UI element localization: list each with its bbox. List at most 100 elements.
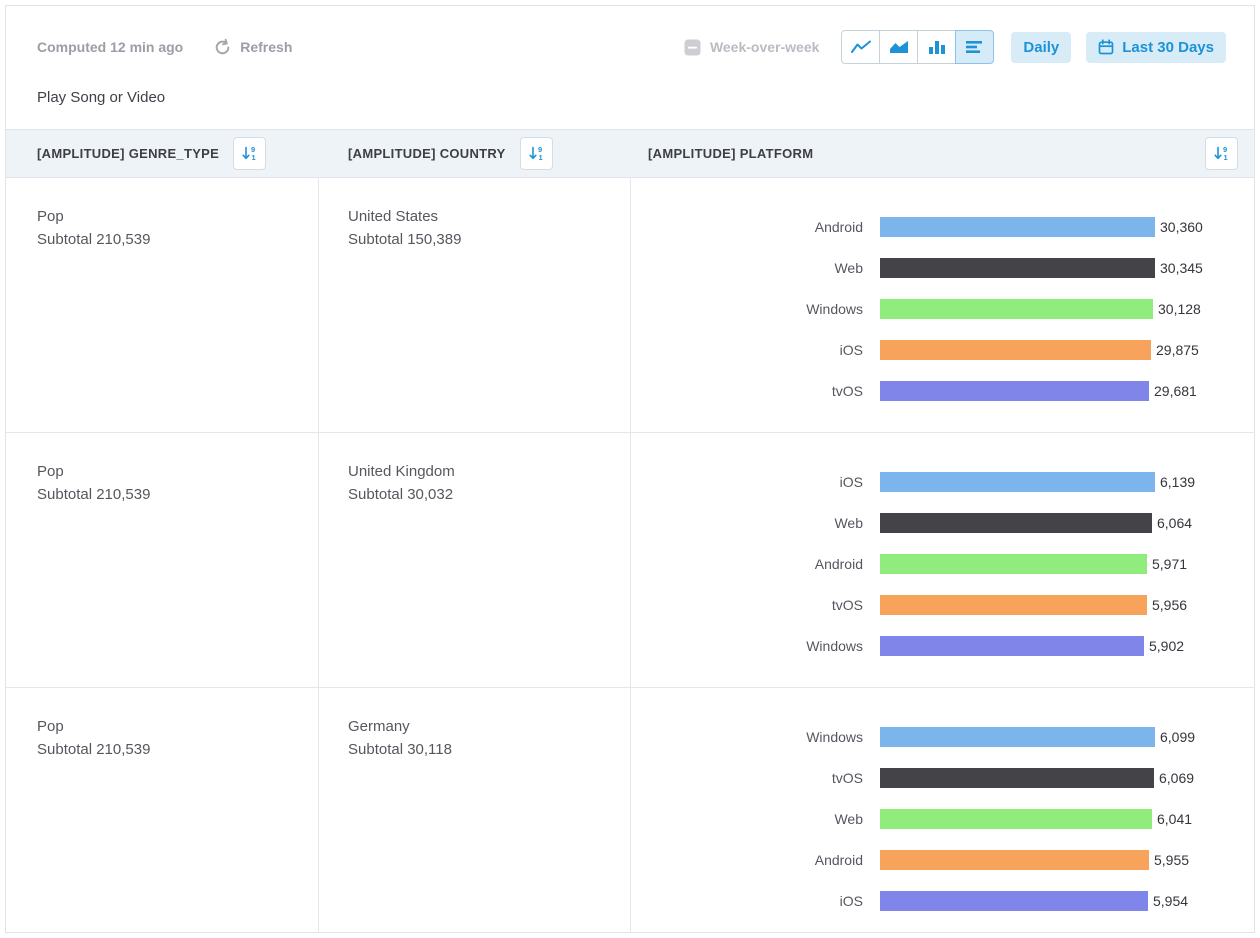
refresh-icon <box>213 38 232 57</box>
platform-label: tvOS <box>631 770 880 786</box>
platform-bar[interactable] <box>880 727 1155 747</box>
platform-bar-row: Web 30,345 <box>631 247 1254 288</box>
platform-label: Windows <box>631 638 880 654</box>
date-range-button[interactable]: Last 30 Days <box>1086 32 1226 63</box>
platform-bar-row: iOS 29,875 <box>631 329 1254 370</box>
platform-bar[interactable] <box>880 299 1153 319</box>
date-range-label: Last 30 Days <box>1122 39 1214 56</box>
genre-value: Pop <box>37 460 318 483</box>
platform-label: Android <box>631 219 880 235</box>
platform-bar[interactable] <box>880 258 1155 278</box>
platform-bar-row: Web 6,041 <box>631 798 1254 839</box>
platform-label: Web <box>631 260 880 276</box>
line-chart-icon <box>851 39 871 55</box>
platform-bar[interactable] <box>880 636 1144 656</box>
genre-header-label: [AMPLITUDE] GENRE_TYPE <box>37 146 219 161</box>
genre-value: Pop <box>37 715 318 738</box>
line-chart-button[interactable] <box>841 30 880 64</box>
platform-bar[interactable] <box>880 381 1149 401</box>
bar-track: 30,128 <box>880 299 1254 319</box>
week-over-week-toggle[interactable]: Week-over-week <box>684 39 819 56</box>
interval-daily-button[interactable]: Daily <box>1011 32 1071 63</box>
bar-track: 6,139 <box>880 472 1254 492</box>
bar-track: 29,681 <box>880 381 1254 401</box>
platform-bar[interactable] <box>880 340 1151 360</box>
genre-subtotal: Subtotal 210,539 <box>37 483 318 506</box>
platform-value: 6,099 <box>1160 729 1195 745</box>
bar-track: 5,955 <box>880 850 1254 870</box>
platform-value: 6,064 <box>1157 515 1192 531</box>
country-value: Germany <box>348 715 630 738</box>
platform-bar[interactable] <box>880 472 1155 492</box>
genre-value: Pop <box>37 205 318 228</box>
genre-subtotal: Subtotal 210,539 <box>37 228 318 251</box>
svg-text:1: 1 <box>538 153 542 162</box>
platform-bar-row: tvOS 5,956 <box>631 584 1254 625</box>
platform-value: 5,956 <box>1152 597 1187 613</box>
platform-bar-row: Windows 30,128 <box>631 288 1254 329</box>
country-subtotal: Subtotal 30,118 <box>348 738 630 761</box>
platform-bar[interactable] <box>880 809 1152 829</box>
country-cell: Germany Subtotal 30,118 <box>319 688 631 933</box>
column-chart-icon <box>927 39 947 55</box>
genre-cell: Pop Subtotal 210,539 <box>6 433 319 687</box>
platform-label: Web <box>631 811 880 827</box>
platform-bar[interactable] <box>880 768 1154 788</box>
platform-sort-button[interactable]: 9 1 <box>1205 137 1238 170</box>
country-header: [AMPLITUDE] COUNTRY 9 1 <box>319 137 631 170</box>
bar-track: 5,902 <box>880 636 1254 656</box>
country-value: United Kingdom <box>348 460 630 483</box>
sort-numeric-icon: 9 1 <box>528 145 545 162</box>
platform-bar-row: Android 5,971 <box>631 543 1254 584</box>
horizontal-bar-chart-button[interactable] <box>955 30 994 64</box>
genre-cell: Pop Subtotal 210,539 <box>6 688 319 933</box>
horizontal-bar-chart-icon <box>965 39 985 55</box>
country-cell: United States Subtotal 150,389 <box>319 178 631 432</box>
refresh-button[interactable]: Refresh <box>213 38 292 57</box>
platform-bar-chart: Windows 6,099 tvOS 6,069 Web 6,041 <box>631 688 1254 933</box>
platform-bar[interactable] <box>880 513 1152 533</box>
genre-header: [AMPLITUDE] GENRE_TYPE 9 1 <box>6 137 319 170</box>
country-sort-button[interactable]: 9 1 <box>520 137 553 170</box>
chart-type-group <box>841 30 994 64</box>
minus-checkbox-icon <box>684 39 701 56</box>
area-chart-button[interactable] <box>879 30 918 64</box>
table-header: [AMPLITUDE] GENRE_TYPE 9 1 [AMPLITUDE] C… <box>6 129 1254 178</box>
platform-bar-row: Android 30,360 <box>631 206 1254 247</box>
platform-header: [AMPLITUDE] PLATFORM 9 1 <box>631 137 1254 170</box>
genre-sort-button[interactable]: 9 1 <box>233 137 266 170</box>
platform-bar-chart: Android 30,360 Web 30,345 Windows 30,128 <box>631 178 1254 432</box>
bar-track: 6,099 <box>880 727 1254 747</box>
platform-value: 5,954 <box>1153 893 1188 909</box>
week-over-week-label: Week-over-week <box>710 39 819 55</box>
platform-bar[interactable] <box>880 217 1155 237</box>
platform-bar[interactable] <box>880 554 1147 574</box>
platform-bar[interactable] <box>880 595 1147 615</box>
platform-bar-row: Web 6,064 <box>631 502 1254 543</box>
country-value: United States <box>348 205 630 228</box>
platform-bar[interactable] <box>880 891 1148 911</box>
platform-label: iOS <box>631 342 880 358</box>
platform-bar-row: Windows 6,099 <box>631 716 1254 757</box>
platform-bar-row: Android 5,955 <box>631 839 1254 880</box>
platform-value: 29,681 <box>1154 383 1197 399</box>
platform-value: 5,902 <box>1149 638 1184 654</box>
platform-bar-chart: iOS 6,139 Web 6,064 Android 5,971 <box>631 433 1254 687</box>
platform-bar-row: tvOS 29,681 <box>631 370 1254 411</box>
platform-label: tvOS <box>631 597 880 613</box>
platform-label: iOS <box>631 474 880 490</box>
bar-track: 5,971 <box>880 554 1254 574</box>
platform-bar[interactable] <box>880 850 1149 870</box>
platform-bar-row: tvOS 6,069 <box>631 757 1254 798</box>
bar-track: 30,360 <box>880 217 1254 237</box>
platform-label: Windows <box>631 729 880 745</box>
sort-numeric-icon: 9 1 <box>1213 145 1230 162</box>
event-name: Play Song or Video <box>37 89 1254 106</box>
platform-label: tvOS <box>631 383 880 399</box>
column-chart-button[interactable] <box>917 30 956 64</box>
platform-bar-row: iOS 5,954 <box>631 880 1254 921</box>
platform-value: 5,971 <box>1152 556 1187 572</box>
country-header-label: [AMPLITUDE] COUNTRY <box>348 146 506 161</box>
analysis-card: Computed 12 min ago Refresh Week-over-we… <box>5 5 1255 933</box>
toolbar-right: Week-over-week <box>684 30 1226 64</box>
